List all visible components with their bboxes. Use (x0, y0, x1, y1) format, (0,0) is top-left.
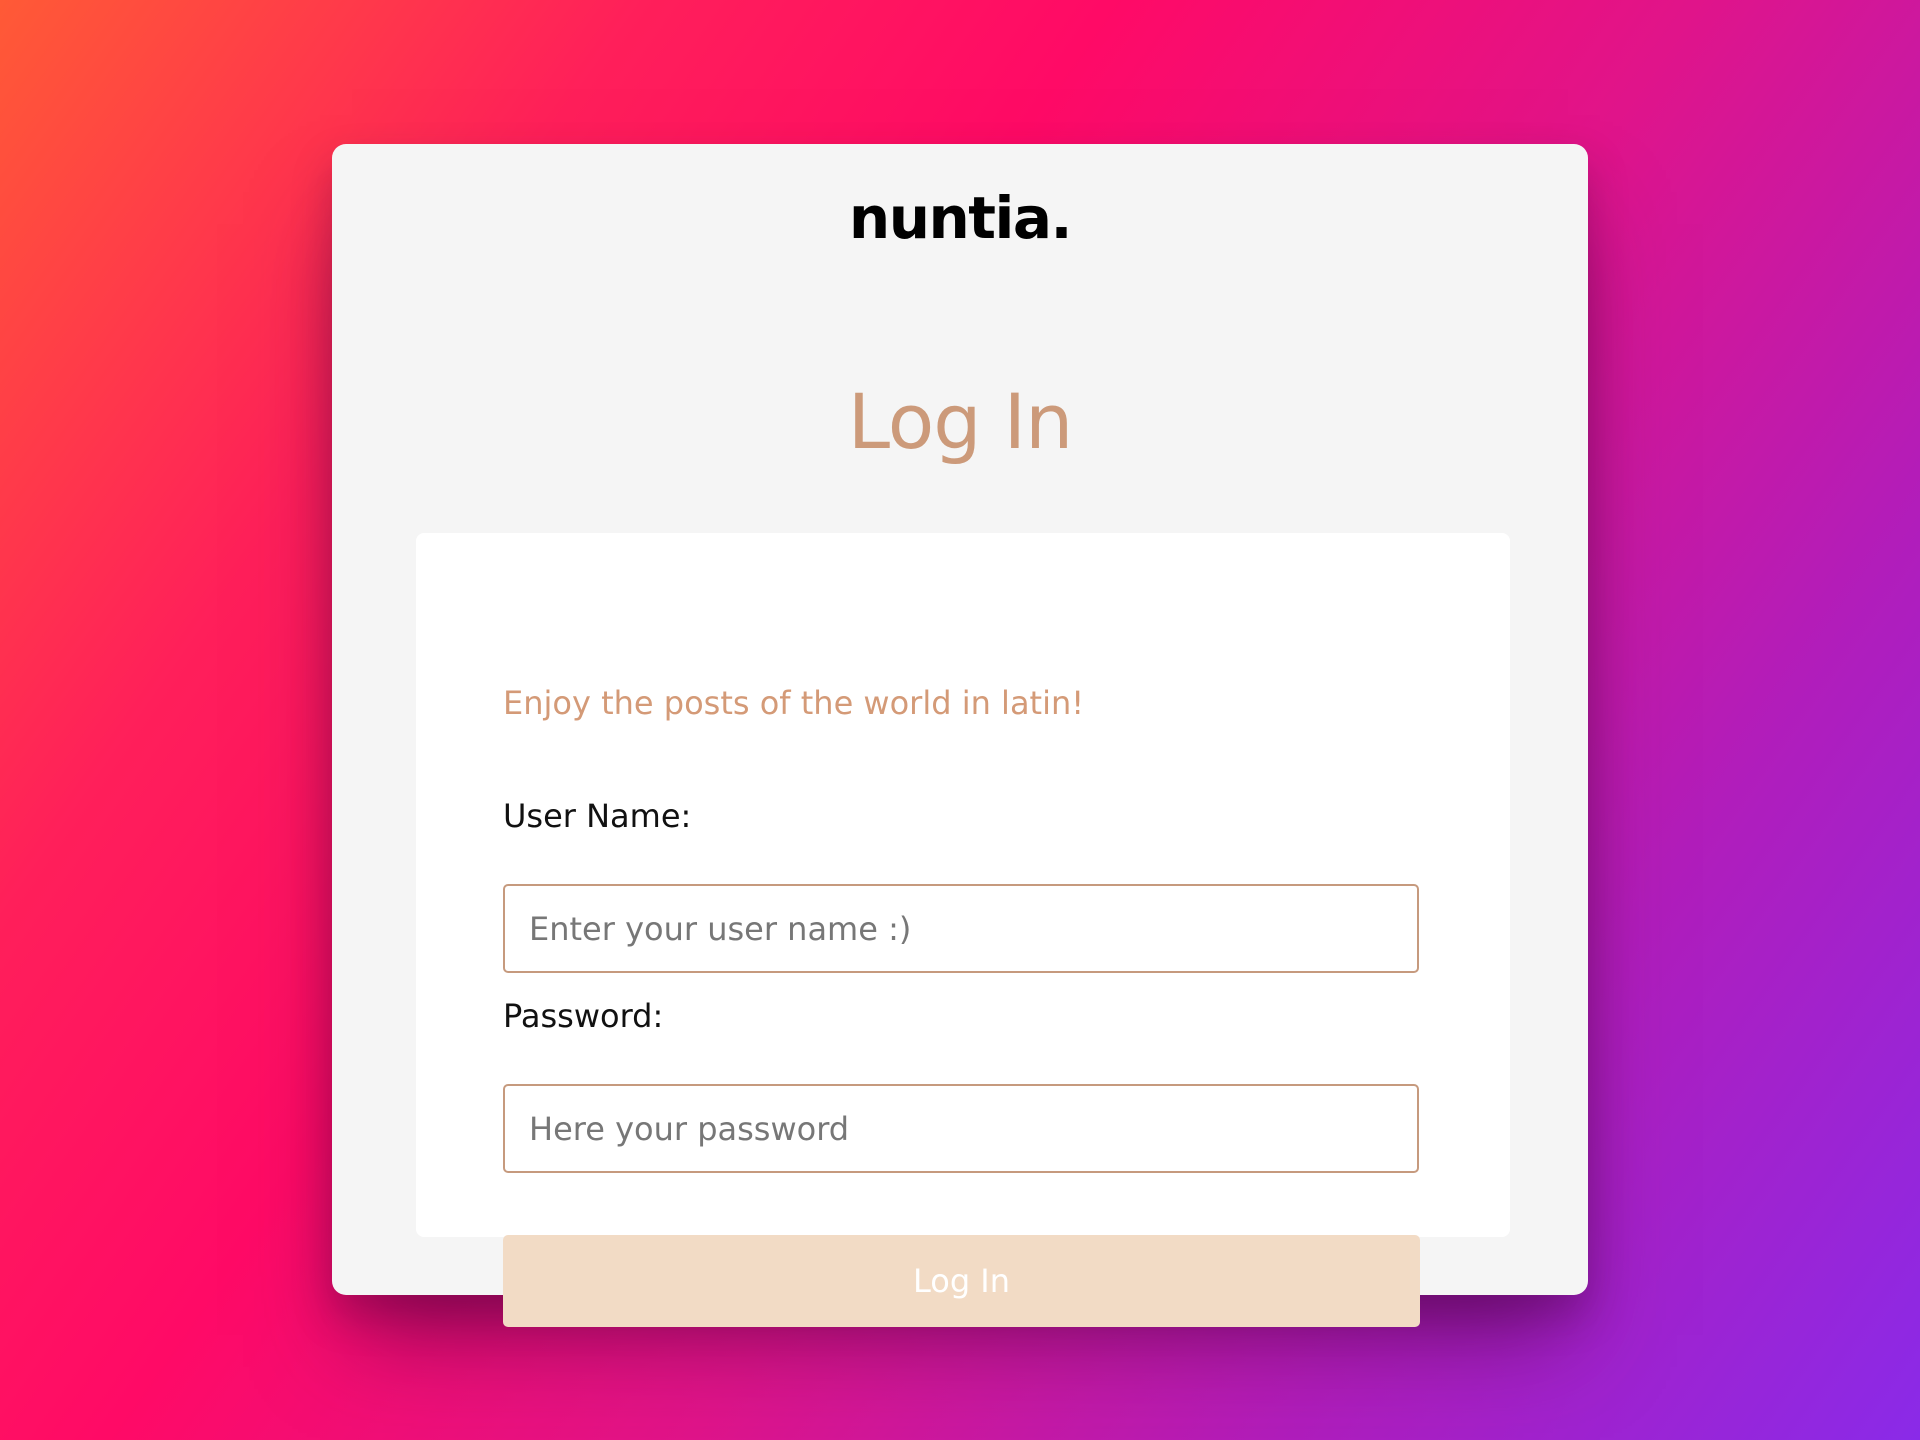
brand-logo: nuntia. (848, 184, 1073, 252)
login-form: Enjoy the posts of the world in latin! U… (416, 533, 1510, 1327)
password-label: Password: (503, 997, 664, 1035)
password-input[interactable] (503, 1084, 1419, 1173)
username-input[interactable] (503, 884, 1419, 973)
page-title: Log In (847, 377, 1074, 466)
login-card: nuntia. Log In Enjoy the posts of the wo… (332, 144, 1588, 1327)
login-button[interactable]: Log In (503, 1235, 1420, 1327)
tagline: Enjoy the posts of the world in latin! (503, 684, 1085, 722)
username-label: User Name: (503, 797, 692, 835)
